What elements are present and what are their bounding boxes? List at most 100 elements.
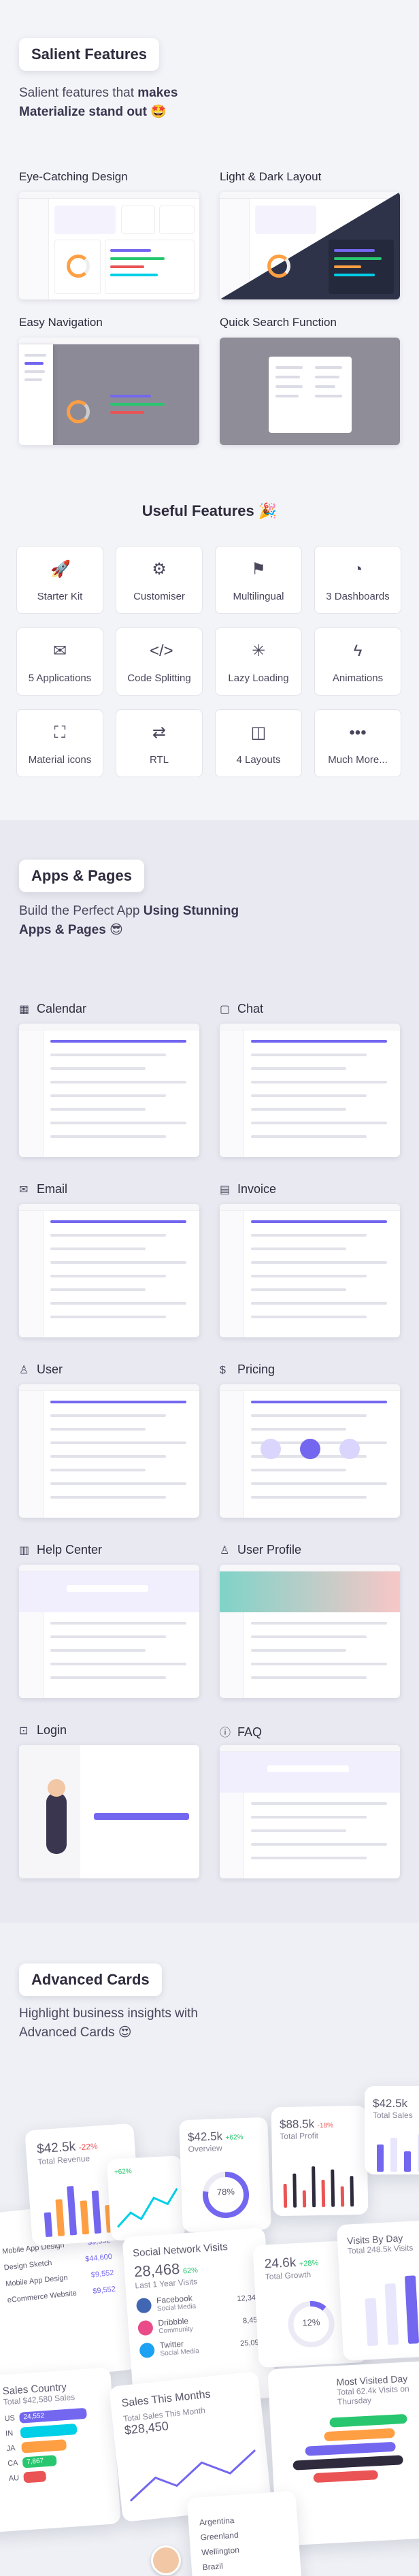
feature-card-flag: ⚑ Multilingual [215, 546, 302, 614]
lock-icon: ⊡ [19, 1725, 29, 1737]
feature-card-gear: ⚙ Customiser [116, 546, 203, 614]
profit-bar [340, 2186, 345, 2207]
app-caption-label: FAQ [237, 1725, 263, 1739]
project-row: Mobile App Design $9,552 [5, 2269, 114, 2289]
feature-label: Much More... [328, 754, 388, 766]
app-caption-login: ⊡ Login [19, 1723, 67, 1738]
feature-label: Customiser [133, 591, 185, 602]
project-value: $9,552 [92, 2285, 116, 2296]
advanced-lead-line1: Highlight business insights with [19, 2006, 198, 2021]
total-sales-value: $42.5k [373, 2097, 408, 2110]
app-screenshot-calendar [19, 1024, 199, 1157]
pie-chart-icon: ◔ [352, 560, 363, 578]
feature-card-code: </> Code Splitting [116, 627, 203, 696]
country-code: JA [6, 2444, 16, 2453]
shot-label-eye-catching: Eye-Catching Design [19, 170, 128, 183]
profit-candlestick-chart [283, 2166, 354, 2208]
app-caption-label: Pricing [237, 1363, 275, 1376]
country-bar [23, 2471, 47, 2483]
advanced-lead-emoji: 😍 [118, 2025, 132, 2040]
feature-card-layout: ◫ 4 Layouts [215, 709, 302, 777]
app-caption-user: ♙ User [19, 1363, 63, 1377]
shot-label-light-dark: Light & Dark Layout [220, 170, 322, 183]
layout-icon: ◫ [250, 723, 267, 742]
app-caption-label: Calendar [37, 1002, 87, 1015]
app-caption-pricing: $ Pricing [220, 1363, 275, 1377]
revenue-change: -22% [78, 2141, 99, 2153]
user-icon: ♙ [19, 1365, 29, 1376]
profit-label: Total Profit [280, 2131, 319, 2142]
project-label: Mobile App Design [5, 2273, 69, 2289]
lightning-icon: ϟ [353, 642, 363, 660]
rocket-icon: 🚀 [50, 560, 71, 578]
useful-features-emoji: 🎉 [258, 502, 278, 519]
nodes-icon: ⛶ [54, 723, 66, 742]
salient-features-section: Salient Features Salient features that m… [0, 0, 419, 820]
social-visits-change: 62% [182, 2266, 199, 2276]
mini-line-card: +62% [106, 2155, 186, 2241]
salient-features-heading: Salient Features [19, 38, 159, 71]
salient-features-lead: Salient features that makes Materialize … [19, 84, 223, 122]
revenue-bar [91, 2190, 101, 2234]
feature-label: Starter Kit [37, 591, 83, 602]
advanced-cards-lead: Highlight business insights with Advance… [19, 2004, 264, 2042]
info-icon: ⓘ [220, 1727, 231, 1739]
project-row: eCommerce Website $9,552 [7, 2285, 116, 2305]
useful-features-heading: Useful Features 🎉 [0, 502, 419, 520]
country-row: JA [6, 2436, 106, 2454]
profit-bar [292, 2173, 297, 2208]
app-screenshot-login [19, 1745, 199, 1878]
advanced-lead-line2: Advanced Cards [19, 2025, 115, 2040]
app-caption-label: User Profile [237, 1543, 302, 1556]
arrows-swap-icon: ⇄ [152, 723, 167, 742]
country-bar [21, 2439, 67, 2453]
overview-change: +62% [225, 2134, 244, 2142]
apps-lead-plain: Build the Perfect App [19, 904, 144, 918]
total-sales-card: $42.5k Total Sales [365, 2086, 419, 2174]
avatar [151, 2545, 181, 2575]
revenue-bar [44, 2212, 53, 2237]
apps-lead-emoji: 😎 [110, 923, 123, 937]
app-caption-email: ✉ Email [19, 1182, 67, 1196]
feature-label: Animations [332, 672, 384, 684]
revenue-bar [67, 2186, 77, 2236]
app-caption-help-center: ▥ Help Center [19, 1543, 102, 1557]
feature-card-arrows-swap: ⇄ RTL [116, 709, 203, 777]
app-screenshot-email [19, 1204, 199, 1337]
profit-change: -18% [317, 2121, 334, 2130]
country-bar: 24,552 [19, 2407, 87, 2424]
dribbble-icon [137, 2319, 154, 2336]
quick-search-screenshot [220, 338, 400, 445]
shot-label-quick-search: Quick Search Function [220, 316, 337, 329]
shot-label-navigation: Easy Navigation [19, 316, 103, 329]
project-label: eCommerce Website [7, 2289, 78, 2305]
loader-icon: ✳ [251, 642, 266, 660]
feature-card-dots: ••• Much More... [314, 709, 401, 777]
salient-lead-emoji: 🤩 [150, 105, 167, 119]
app-caption-invoice: ▤ Invoice [220, 1182, 276, 1196]
visits-by-day-card: Visits By Day Total 248.5k Visits [336, 2219, 419, 2362]
app-caption-label: Email [37, 1182, 68, 1196]
visits-by-day-bars [365, 2275, 419, 2347]
country-row: CA 7,867 [7, 2451, 107, 2469]
country-row: US 24,552 [4, 2407, 104, 2424]
advanced-cards-collage: Mobile App Design $9,552 Design Sketch $44,… [0, 2045, 419, 2576]
growth-value: 24.6k [264, 2255, 297, 2272]
mail-icon: ✉ [52, 642, 67, 660]
dollar-icon: $ [220, 1365, 226, 1376]
mini-line-chart [117, 2187, 178, 2228]
app-caption-label: User [37, 1363, 63, 1376]
feature-label: 3 Dashboards [326, 591, 390, 602]
feature-label: Multilingual [233, 591, 284, 602]
advanced-cards-section: Advanced Cards Highlight business insigh… [0, 1923, 419, 2576]
overview-label: Overview [188, 2143, 222, 2154]
sales-country-card: Sales Country Total $42,580 Sales US 24,5… [0, 2367, 121, 2533]
feature-card-pie-chart: ◔ 3 Dashboards [314, 546, 401, 614]
profit-bar [302, 2190, 307, 2208]
app-caption-label: Help Center [37, 1543, 103, 1556]
app-caption-user-profile: ♙ User Profile [220, 1543, 301, 1557]
country-row: AU [8, 2466, 108, 2484]
app-screenshot-user [19, 1384, 199, 1518]
social-row: Dribbble Community 8,450 [137, 2311, 262, 2337]
navigation-screenshot [19, 338, 199, 445]
